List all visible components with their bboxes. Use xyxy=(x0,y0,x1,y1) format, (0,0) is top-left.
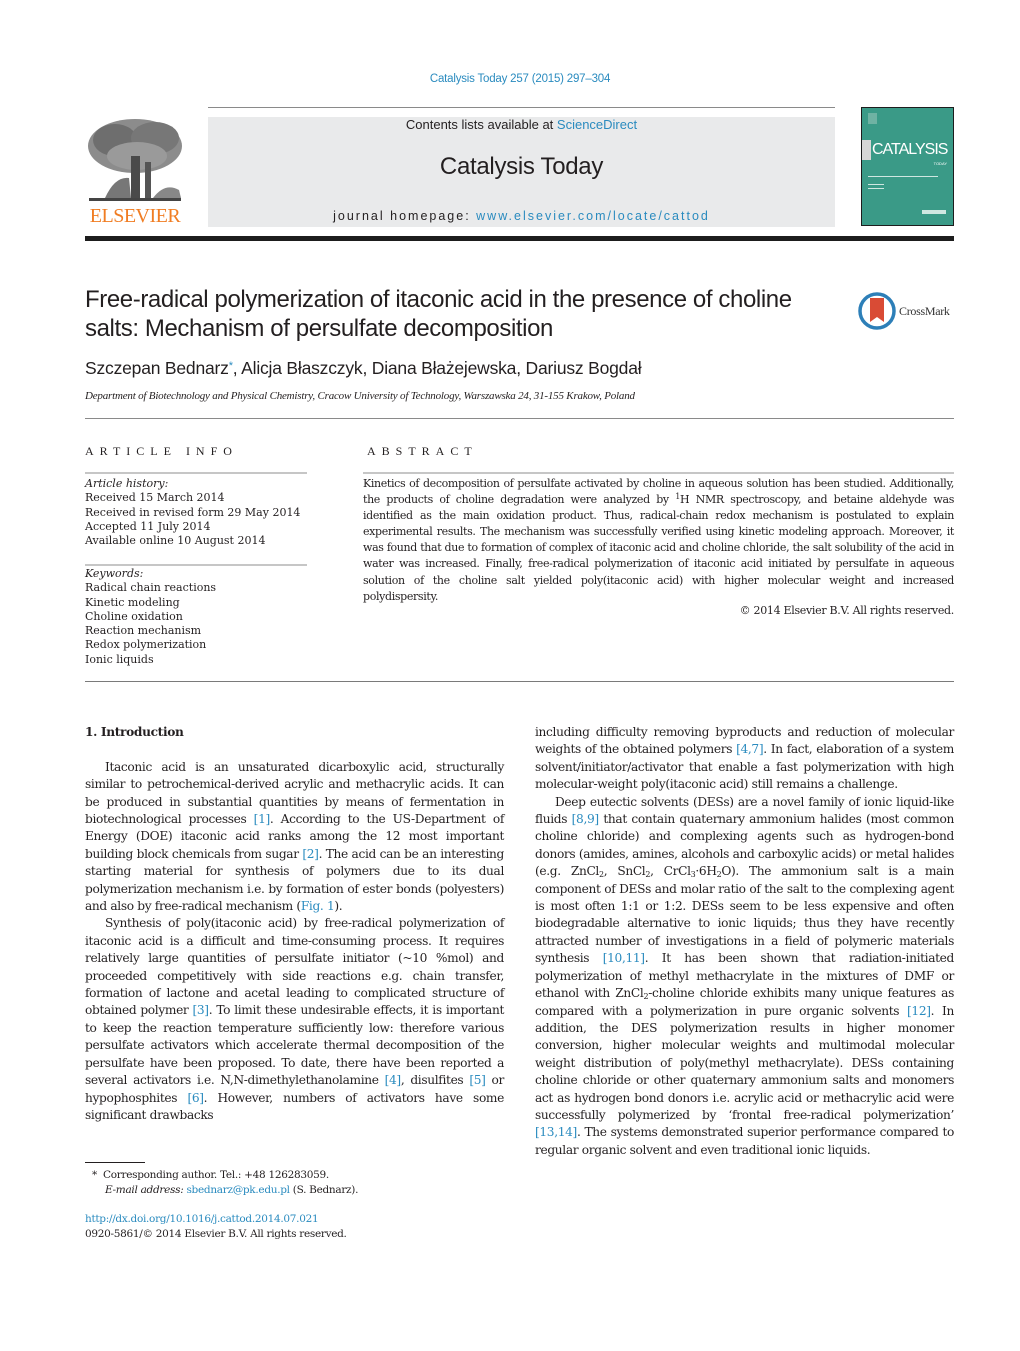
elsevier-logo[interactable]: ELSEVIER xyxy=(85,116,185,228)
email-suffix: (S. Bednarz). xyxy=(289,1184,359,1196)
header-heavy-rule xyxy=(85,236,954,241)
author-name[interactable]: Alicja Błaszczyk xyxy=(241,358,362,378)
history-item: Accepted 11 July 2014 xyxy=(85,519,211,533)
author-list: Szczepan Bednarz*, Alicja Błaszczyk, Dia… xyxy=(85,358,642,379)
cover-title: CATALYSIS xyxy=(872,141,948,158)
body-column-left: 1. Introduction Itaconic acid is an unsa… xyxy=(85,724,504,1124)
citation-link[interactable]: [4] xyxy=(385,1073,402,1087)
text: , CrCl xyxy=(650,864,691,879)
citation-link[interactable]: [5] xyxy=(469,1073,486,1087)
issn-copyright: 0920-5861/© 2014 Elsevier B.V. All right… xyxy=(85,1228,347,1240)
divider xyxy=(85,418,954,419)
journal-homepage-link[interactable]: www.elsevier.com/locate/cattod xyxy=(476,209,710,223)
divider xyxy=(85,681,954,682)
cover-subtitle: TODAY xyxy=(933,161,947,166)
citation-link[interactable]: [4,7] xyxy=(736,742,764,756)
keywords: Keywords: Radical chain reactions Kineti… xyxy=(85,567,216,667)
history-item: Available online 10 August 2014 xyxy=(85,534,266,548)
email-link[interactable]: sbednarz@pk.edu.pl xyxy=(186,1184,290,1196)
text: , SnCl xyxy=(603,864,646,879)
cover-sciencedirect-mark xyxy=(922,210,946,214)
abstract-text-part: H NMR spectroscopy, and betaine aldehyde… xyxy=(363,493,954,603)
keyword-item: Redox polymerization xyxy=(85,638,207,652)
citation-link[interactable]: [10,11] xyxy=(603,951,645,965)
article-history: Article history: Received 15 March 2014 … xyxy=(85,477,300,548)
article-info-heading: ARTICLE INFO xyxy=(85,444,238,458)
abstract-text: Kinetics of decomposition of persulfate … xyxy=(363,476,954,605)
divider xyxy=(363,472,954,474)
author-name[interactable]: Diana Błażejewska xyxy=(372,358,517,378)
cover-text-line xyxy=(868,184,884,185)
journal-reference-link[interactable]: Catalysis Today 257 (2015) 297–304 xyxy=(0,73,1020,85)
figure-link[interactable]: Fig. 1 xyxy=(301,899,335,913)
history-label: Article history: xyxy=(85,477,169,490)
elsevier-tree-icon xyxy=(85,116,185,204)
text: ·6H xyxy=(695,864,717,879)
abstract-heading: ABSTRACT xyxy=(367,444,478,458)
citation-link[interactable]: [3] xyxy=(193,1003,210,1017)
keyword-item: Reaction mechanism xyxy=(85,624,202,638)
keyword-item: Choline oxidation xyxy=(85,609,183,623)
homepage-prefix: journal homepage: xyxy=(333,209,477,223)
body-paragraph: Itaconic acid is an unsaturated dicarbox… xyxy=(85,759,504,916)
email-label: E-mail address: xyxy=(105,1184,187,1196)
doi-link[interactable]: http://dx.doi.org/10.1016/j.cattod.2014.… xyxy=(85,1213,319,1225)
divider xyxy=(85,472,307,474)
text: ). xyxy=(334,899,343,914)
divider xyxy=(85,564,307,566)
history-item: Received in revised form 29 May 2014 xyxy=(85,505,301,519)
journal-title: Catalysis Today xyxy=(439,153,604,180)
cover-text-line xyxy=(868,176,938,177)
footnote-mark: * xyxy=(92,1169,97,1181)
citation-link[interactable]: [1] xyxy=(254,812,271,826)
citation-link[interactable]: [12] xyxy=(907,1004,931,1018)
journal-masthead: Contents lists available at ScienceDirec… xyxy=(208,117,835,227)
citation-link[interactable]: [6] xyxy=(187,1091,204,1105)
affiliation: Department of Biotechnology and Physical… xyxy=(85,390,635,402)
author-name[interactable]: Dariusz Bogdał xyxy=(526,358,642,378)
footnote-rule xyxy=(85,1162,145,1163)
crossmark-icon xyxy=(858,292,896,330)
text: , disulfites xyxy=(400,1073,470,1088)
section-heading: 1. Introduction xyxy=(85,725,184,739)
text: . The systems demonstrated superior perf… xyxy=(535,1125,954,1157)
journal-cover-thumbnail[interactable]: CATALYSIS TODAY xyxy=(861,107,954,226)
body-paragraph: Deep eutectic solvents (DESs) are a nove… xyxy=(535,794,954,1160)
body-paragraph: Synthesis of poly(itaconic acid) by free… xyxy=(85,915,504,1124)
header-rule xyxy=(208,107,835,108)
crossmark-button[interactable]: CrossMark xyxy=(858,292,958,330)
doi-block: http://dx.doi.org/10.1016/j.cattod.2014.… xyxy=(85,1212,347,1242)
text: . In addition, the DES polymerization re… xyxy=(535,1003,954,1122)
contents-availability: Contents lists available at ScienceDirec… xyxy=(208,117,835,132)
cover-text-line xyxy=(868,188,884,189)
keyword-item: Radical chain reactions xyxy=(85,581,217,595)
citation-link[interactable]: [13,14] xyxy=(535,1125,577,1139)
author-separator: , xyxy=(362,358,372,378)
contents-prefix: Contents lists available at xyxy=(405,117,557,132)
history-item: Received 15 March 2014 xyxy=(85,491,225,505)
article-title: Free-radical polymerization of itaconic … xyxy=(85,286,792,342)
author-separator: , xyxy=(516,358,526,378)
keyword-item: Ionic liquids xyxy=(85,652,154,666)
body-column-right: including difficulty removing byproducts… xyxy=(535,724,954,1159)
keywords-label: Keywords: xyxy=(85,567,144,580)
citation-link[interactable]: [2] xyxy=(302,847,319,861)
author-name[interactable]: Szczepan Bednarz xyxy=(85,358,229,378)
abstract-copyright: © 2014 Elsevier B.V. All rights reserved… xyxy=(739,604,955,617)
citation-link[interactable]: [8,9] xyxy=(572,812,600,826)
author-separator: , xyxy=(232,358,242,378)
body-paragraph: including difficulty removing byproducts… xyxy=(535,724,954,794)
sciencedirect-link[interactable]: ScienceDirect xyxy=(557,117,637,132)
corresponding-author-text: Corresponding author. Tel.: +48 12628305… xyxy=(103,1169,329,1181)
crossmark-label: CrossMark xyxy=(899,304,950,318)
journal-homepage: journal homepage: www.elsevier.com/locat… xyxy=(208,209,835,223)
elsevier-wordmark: ELSEVIER xyxy=(89,205,181,227)
cover-c-block xyxy=(862,140,871,160)
keyword-item: Kinetic modeling xyxy=(85,595,180,609)
corresponding-author-footnote: * Corresponding author. Tel.: +48 126283… xyxy=(92,1168,358,1198)
cover-publisher-mark xyxy=(868,113,877,124)
